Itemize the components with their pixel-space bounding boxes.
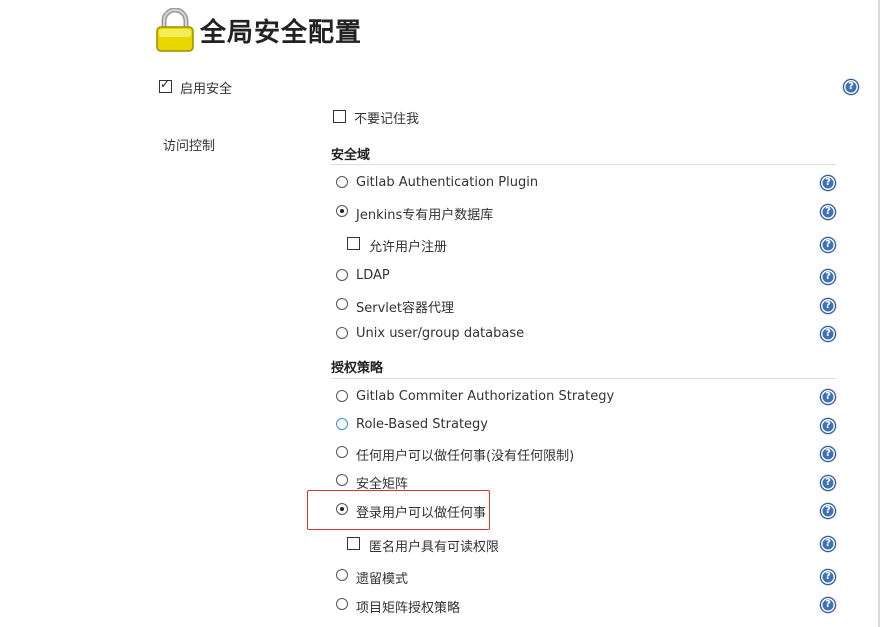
help-icon[interactable]: ? (820, 597, 836, 613)
auth-label-project-matrix: 项目矩阵授权策略 (356, 601, 461, 616)
enable-security-checkbox[interactable] (159, 77, 172, 93)
section-divider (331, 378, 836, 379)
help-icon[interactable]: ? (843, 79, 859, 95)
help-icon[interactable]: ? (820, 175, 836, 191)
allow-signup-checkbox[interactable] (347, 237, 360, 250)
help-icon[interactable]: ? (820, 475, 836, 491)
remember-me-checkbox[interactable] (333, 110, 346, 123)
auth-radio-matrix[interactable] (336, 474, 348, 486)
help-icon[interactable]: ? (820, 569, 836, 585)
help-icon[interactable]: ? (820, 536, 836, 552)
realm-radio-servlet[interactable] (336, 298, 348, 310)
realm-radio-jenkins-db[interactable] (336, 205, 348, 217)
auth-label-role-based: Role-Based Strategy (356, 417, 488, 432)
anonymous-read-checkbox[interactable] (347, 537, 360, 550)
page-title: 全局安全配置 (200, 18, 363, 48)
realm-label-jenkins-db: Jenkins专有用户数据库 (356, 208, 494, 223)
help-icon[interactable]: ? (820, 389, 836, 405)
auth-radio-logged-in[interactable] (336, 503, 348, 515)
realm-label-ldap: LDAP (356, 268, 390, 283)
auth-radio-legacy[interactable] (336, 569, 348, 581)
help-icon[interactable]: ? (820, 298, 836, 314)
realm-radio-ldap[interactable] (336, 269, 348, 281)
realm-label-gitlab: Gitlab Authentication Plugin (356, 175, 539, 190)
help-icon[interactable]: ? (820, 204, 836, 220)
auth-label-legacy: 遗留模式 (356, 572, 409, 587)
auth-label-anyone: 任何用户可以做任何事(没有任何限制) (356, 449, 575, 464)
auth-label-logged-in: 登录用户可以做任何事 (356, 506, 487, 521)
help-icon[interactable]: ? (820, 237, 836, 253)
anonymous-read-label: 匿名用户具有可读权限 (369, 540, 500, 555)
realm-radio-unix[interactable] (336, 327, 348, 339)
access-control-label: 访问控制 (163, 139, 216, 154)
realm-label-servlet: Servlet容器代理 (356, 301, 454, 316)
help-icon[interactable]: ? (820, 269, 836, 285)
lock-icon (155, 7, 195, 52)
auth-radio-anyone[interactable] (336, 446, 348, 458)
help-icon[interactable]: ? (820, 326, 836, 342)
help-icon[interactable]: ? (820, 503, 836, 519)
help-icon[interactable]: ? (820, 446, 836, 462)
auth-radio-project-matrix[interactable] (336, 598, 348, 610)
allow-signup-label: 允许用户注册 (369, 240, 448, 255)
auth-radio-gitlab-commiter[interactable] (336, 390, 348, 402)
help-icon[interactable]: ? (820, 418, 836, 434)
auth-radio-role-based[interactable] (336, 418, 348, 430)
authorization-heading: 授权策略 (331, 361, 384, 376)
remember-me-label: 不要记住我 (354, 112, 420, 127)
realm-radio-gitlab[interactable] (336, 176, 348, 188)
realm-label-unix: Unix user/group database (356, 326, 525, 341)
security-realm-heading: 安全域 (331, 148, 371, 163)
auth-label-gitlab-commiter: Gitlab Commiter Authorization Strategy (356, 389, 615, 404)
section-divider (331, 164, 836, 165)
enable-security-label: 启用安全 (180, 82, 233, 97)
